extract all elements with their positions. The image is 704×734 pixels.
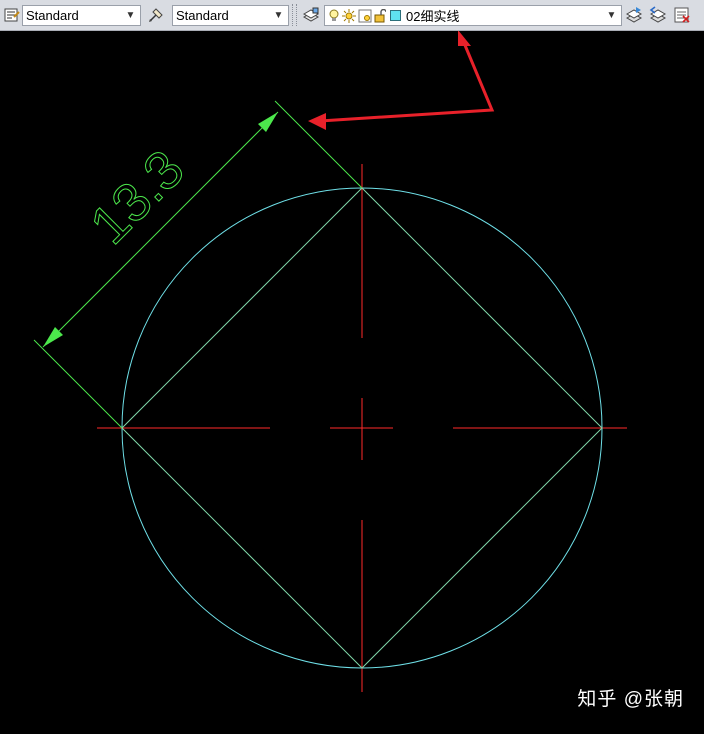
annotation-arrow [308, 30, 495, 130]
layer-select[interactable]: 02细实线 ▼ [324, 5, 622, 26]
layer-properties-icon[interactable] [301, 5, 321, 25]
chevron-down-icon: ▼ [273, 10, 284, 21]
chevron-down-icon: ▼ [125, 10, 136, 21]
layer-color-swatch [390, 10, 401, 21]
toolbar: Standard ▼ Standard ▼ 02细实线 ▼ [0, 0, 704, 31]
unlock-icon [374, 8, 386, 23]
chevron-down-icon: ▼ [606, 10, 617, 21]
layer-name: 02细实线 [406, 9, 460, 24]
text-style-select[interactable]: Standard ▼ [22, 5, 141, 26]
text-style-value: Standard [26, 8, 79, 23]
sun-icon [342, 8, 356, 23]
aligned-dimension [33, 100, 363, 429]
make-current-layer-icon[interactable] [624, 5, 644, 25]
lightbulb-icon [328, 9, 340, 23]
dimension-text: 13.3 [79, 139, 196, 256]
extension-line [274, 100, 363, 189]
dim-style-icon[interactable] [146, 5, 166, 25]
centerlines [97, 164, 627, 692]
drawing-canvas[interactable]: 13.3 知乎 @张朝 [0, 30, 704, 729]
toolbar-grip[interactable] [292, 4, 297, 26]
viewport-freeze-icon [358, 9, 372, 23]
dim-style-select[interactable]: Standard ▼ [172, 5, 289, 26]
dim-style-value: Standard [176, 8, 229, 23]
layer-previous-icon[interactable] [648, 5, 668, 25]
watermark: 知乎 @张朝 [577, 689, 684, 710]
layer-states-icon[interactable] [672, 5, 692, 25]
text-style-icon[interactable] [2, 5, 22, 25]
extension-line [33, 339, 123, 429]
